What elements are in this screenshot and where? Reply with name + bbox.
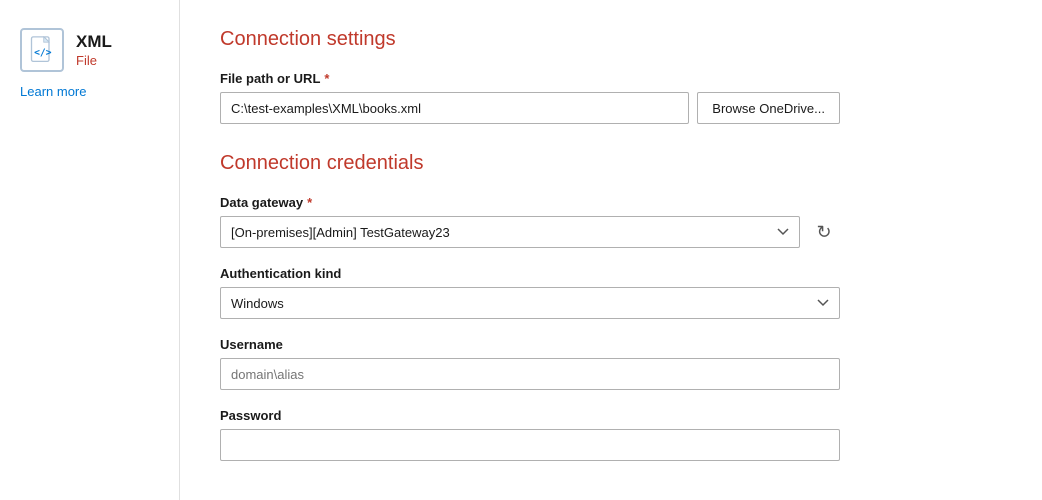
connection-settings-title: Connection settings xyxy=(220,28,1002,51)
xml-title-group: XML File xyxy=(76,32,112,68)
username-input[interactable] xyxy=(220,358,840,390)
xml-subtitle: File xyxy=(76,53,112,68)
auth-kind-label: Authentication kind xyxy=(220,266,840,281)
data-gateway-select[interactable]: [On-premises][Admin] TestGateway23 (none… xyxy=(220,216,800,248)
file-path-input[interactable] xyxy=(220,92,689,124)
refresh-gateway-button[interactable]: ↻ xyxy=(808,216,840,248)
xml-icon-wrapper: </> XML File xyxy=(20,28,112,72)
browse-onedrive-button[interactable]: Browse OneDrive... xyxy=(697,92,840,124)
file-path-field: File path or URL * Browse OneDrive... xyxy=(220,71,840,124)
right-panel: Connection settings File path or URL * B… xyxy=(180,0,1042,500)
auth-kind-field: Authentication kind Windows Basic Anonym… xyxy=(220,266,840,319)
username-label: Username xyxy=(220,337,840,352)
left-panel: </> XML File Learn more xyxy=(0,0,180,500)
file-path-required: * xyxy=(324,71,329,86)
xml-file-icon: </> xyxy=(20,28,64,72)
svg-text:</>: </> xyxy=(34,47,52,58)
file-path-row: Browse OneDrive... xyxy=(220,92,840,124)
connection-settings-section: Connection settings File path or URL * B… xyxy=(220,28,1002,124)
data-gateway-required: * xyxy=(307,195,312,210)
auth-kind-row: Windows Basic Anonymous xyxy=(220,287,840,319)
data-gateway-field: Data gateway * [On-premises][Admin] Test… xyxy=(220,195,840,248)
data-gateway-row: [On-premises][Admin] TestGateway23 (none… xyxy=(220,216,840,248)
credentials-section: Connection credentials Data gateway * [O… xyxy=(220,152,1002,461)
xml-title: XML xyxy=(76,32,112,52)
learn-more-link[interactable]: Learn more xyxy=(20,84,86,99)
file-path-label: File path or URL * xyxy=(220,71,840,86)
password-input[interactable] xyxy=(220,429,840,461)
password-label: Password xyxy=(220,408,840,423)
password-field: Password xyxy=(220,408,840,461)
connection-credentials-title: Connection credentials xyxy=(220,152,1002,175)
data-gateway-label: Data gateway * xyxy=(220,195,840,210)
username-field: Username xyxy=(220,337,840,390)
refresh-icon: ↻ xyxy=(816,222,831,243)
auth-kind-select[interactable]: Windows Basic Anonymous xyxy=(220,287,840,319)
